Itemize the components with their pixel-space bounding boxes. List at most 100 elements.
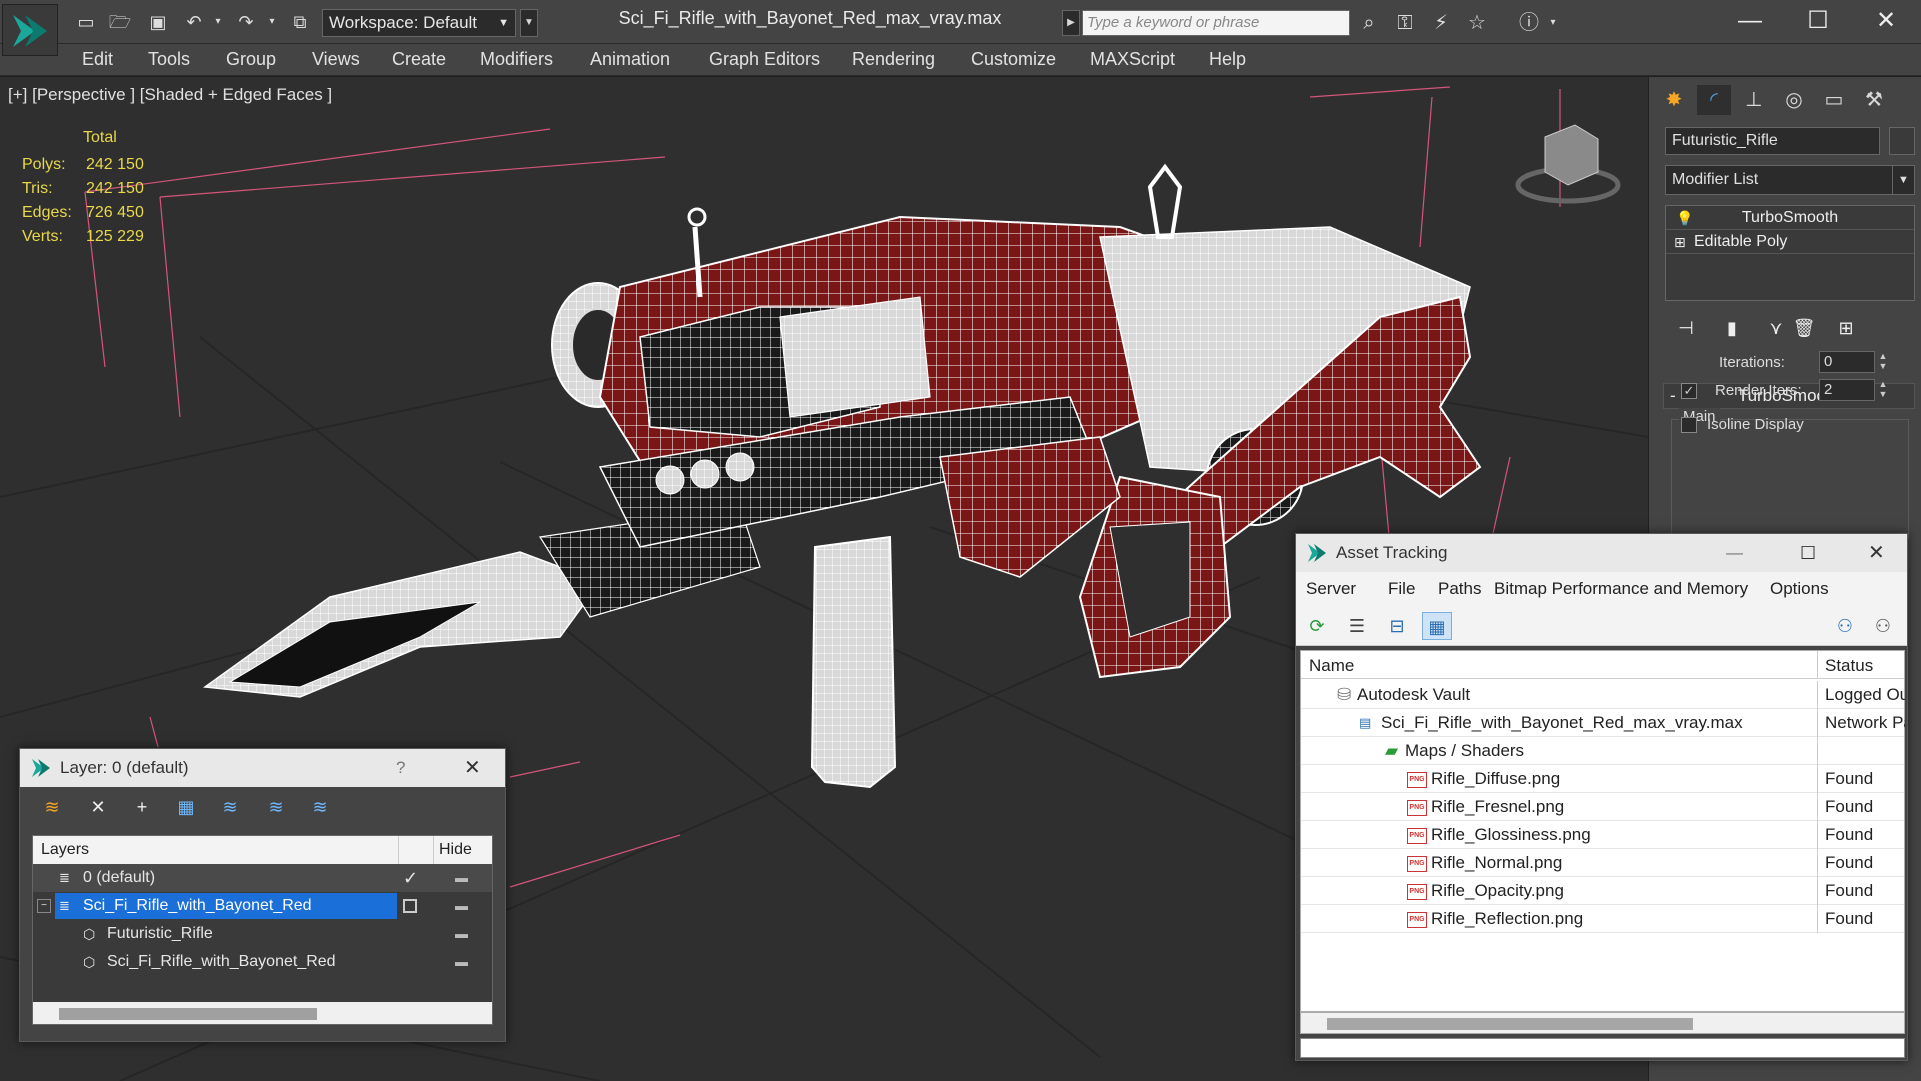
create-layer-icon[interactable]: ≋ <box>38 793 66 821</box>
column-header-status[interactable]: Status <box>1825 656 1873 676</box>
asset-row[interactable]: PNG Rifle_Fresnel.png Found <box>1301 793 1904 821</box>
asset-row[interactable]: PNG Rifle_Reflection.png Found <box>1301 905 1904 933</box>
list-view-icon[interactable]: ☰ <box>1342 612 1372 640</box>
asset-row[interactable]: ⛁ Autodesk Vault Logged Out <box>1301 681 1905 709</box>
show-end-result-icon[interactable]: ▮ <box>1717 313 1747 343</box>
layer-window-titlebar[interactable]: Layer: 0 (default) ? ✕ <box>20 749 505 787</box>
collapse-minus-icon[interactable]: − <box>37 899 51 913</box>
asset-menu-bitmap-performance[interactable]: Bitmap Performance and Memory <box>1494 579 1748 599</box>
create-tab-icon[interactable]: ✸ <box>1657 85 1691 115</box>
binoculars-icon[interactable]: ⌕ <box>1356 10 1382 36</box>
asset-row[interactable]: PNG Rifle_Normal.png Found <box>1301 849 1904 877</box>
workspace-menu-icon[interactable]: ▼ <box>520 9 538 37</box>
menu-graph-editors[interactable]: Graph Editors <box>709 49 820 70</box>
asset-menu-paths[interactable]: Paths <box>1438 579 1481 599</box>
key-icon[interactable]: ⚿ <box>1392 10 1418 36</box>
motion-tab-icon[interactable]: ◎ <box>1777 85 1811 115</box>
asset-path-field[interactable] <box>1300 1038 1905 1058</box>
add-to-layer-icon[interactable]: + <box>128 793 156 821</box>
object-color-swatch[interactable] <box>1889 127 1915 155</box>
asset-menu-options[interactable]: Options <box>1770 579 1829 599</box>
modify-tab-icon[interactable]: ◜ <box>1697 85 1731 115</box>
minimize-icon[interactable]: — <box>1720 2 1780 40</box>
remove-modifier-icon[interactable]: 🗑 <box>1789 313 1819 343</box>
pin-stack-icon[interactable]: ⊣ <box>1671 313 1701 343</box>
hide-toggle-icon[interactable]: ▬ <box>455 892 468 920</box>
isoline-display-checkbox[interactable] <box>1681 417 1697 433</box>
column-header-layers[interactable]: Layers <box>41 841 89 859</box>
hide-toggle-icon[interactable]: ▬ <box>455 920 468 948</box>
asset-menu-server[interactable]: Server <box>1306 579 1356 599</box>
hide-toggle-icon[interactable]: ▬ <box>455 948 468 976</box>
viewport-label[interactable]: [+] [Perspective ] [Shaded + Edged Faces… <box>8 85 332 105</box>
server-login-icon[interactable]: ⚇ <box>1830 612 1860 640</box>
spinner-arrows-icon[interactable]: ▲ ▼ <box>1877 379 1889 401</box>
communication-center-icon[interactable]: ⚡ <box>1428 10 1454 36</box>
scrollbar-thumb[interactable] <box>1327 1018 1693 1030</box>
asset-menu-file[interactable]: File <box>1388 579 1415 599</box>
undo-dropdown-icon[interactable]: ▾ <box>206 10 230 34</box>
utilities-tab-icon[interactable]: ⚒ <box>1857 85 1891 115</box>
layer-row[interactable]: ⬡ Sci_Fi_Rifle_with_Bayonet_Red ▬ <box>33 948 492 976</box>
app-logo-icon[interactable] <box>2 4 58 56</box>
menu-tools[interactable]: Tools <box>148 49 190 70</box>
undo-icon[interactable]: ↶ <box>182 10 206 34</box>
stack-item-turbosmooth[interactable]: 💡 TurboSmooth <box>1666 206 1914 230</box>
freeze-unfreeze-all-icon[interactable]: ≋ <box>306 793 334 821</box>
help-dropdown-icon[interactable]: ▾ <box>1540 10 1566 36</box>
workspace-dropdown[interactable]: Workspace: Default ▼ <box>322 9 516 37</box>
asset-row[interactable]: PNG Rifle_Diffuse.png Found <box>1301 765 1904 793</box>
menu-create[interactable]: Create <box>392 49 446 70</box>
maximize-icon[interactable]: ☐ <box>1788 2 1848 40</box>
refresh-icon[interactable]: ⟳ <box>1302 612 1332 640</box>
set-active-layer-icon[interactable] <box>403 899 417 913</box>
menu-group[interactable]: Group <box>226 49 276 70</box>
horizontal-scrollbar[interactable] <box>33 1002 492 1024</box>
configure-modifier-sets-icon[interactable]: ⊞ <box>1831 313 1861 343</box>
project-folder-icon[interactable]: ⧉ <box>288 10 312 34</box>
spinner-arrows-icon[interactable]: ▲ ▼ <box>1877 351 1889 373</box>
render-iters-spinner[interactable]: 2 <box>1819 379 1875 401</box>
minimize-icon[interactable]: — <box>1726 534 1743 572</box>
open-file-icon[interactable]: 🗁 <box>108 10 132 34</box>
close-icon[interactable]: ✕ <box>464 749 481 787</box>
layer-row[interactable]: − ≣ Sci_Fi_Rifle_with_Bayonet_Red ▬ <box>33 892 492 920</box>
asset-row[interactable]: ▤ Sci_Fi_Rifle_with_Bayonet_Red_max_vray… <box>1301 709 1905 737</box>
menu-views[interactable]: Views <box>312 49 360 70</box>
column-header-hide[interactable]: Hide <box>439 841 472 859</box>
delete-layer-icon[interactable]: ✕ <box>84 793 112 821</box>
select-objects-icon[interactable]: ▦ <box>172 793 200 821</box>
column-header-name[interactable]: Name <box>1309 656 1354 676</box>
hierarchy-tab-icon[interactable]: ⊥ <box>1737 85 1771 115</box>
tree-view-icon[interactable]: ⊟ <box>1382 612 1412 640</box>
active-layer-check-icon[interactable]: ✓ <box>403 864 418 892</box>
menu-customize[interactable]: Customize <box>971 49 1056 70</box>
layer-row[interactable]: ⬡ Futuristic_Rifle ▬ <box>33 920 492 948</box>
new-file-icon[interactable]: ▭ <box>74 10 98 34</box>
hide-unhide-all-icon[interactable]: ≋ <box>262 793 290 821</box>
hide-toggle-icon[interactable]: ▬ <box>455 864 468 892</box>
maximize-icon[interactable]: ☐ <box>1800 534 1816 572</box>
display-tab-icon[interactable]: ▭ <box>1817 85 1851 115</box>
horizontal-scrollbar[interactable] <box>1300 1012 1905 1034</box>
select-layer-icon[interactable]: ≋ <box>216 793 244 821</box>
redo-dropdown-icon[interactable]: ▾ <box>260 10 284 34</box>
close-icon[interactable]: ✕ <box>1856 2 1916 40</box>
menu-help[interactable]: Help <box>1209 49 1246 70</box>
modifier-list-dropdown[interactable]: Modifier List ▼ <box>1665 165 1915 195</box>
asset-row[interactable]: PNG Rifle_Glossiness.png Found <box>1301 821 1904 849</box>
help-icon[interactable]: ⓘ <box>1516 10 1542 36</box>
lightbulb-icon[interactable]: 💡 <box>1676 206 1693 230</box>
close-icon[interactable]: ✕ <box>1868 534 1885 572</box>
asset-window-titlebar[interactable]: Asset Tracking — ☐ ✕ <box>1296 534 1907 572</box>
expand-plus-icon[interactable]: ⊞ <box>1674 230 1686 254</box>
menu-animation[interactable]: Animation <box>590 49 670 70</box>
menu-rendering[interactable]: Rendering <box>852 49 935 70</box>
search-input[interactable]: Type a keyword or phrase <box>1082 10 1350 36</box>
stack-item-editable-poly[interactable]: ⊞ Editable Poly <box>1666 230 1914 254</box>
save-file-icon[interactable]: ▣ <box>146 10 170 34</box>
help-icon[interactable]: ? <box>396 749 405 787</box>
search-expand-icon[interactable]: ▶ <box>1062 10 1080 36</box>
server-logout-icon[interactable]: ⚇ <box>1868 612 1898 640</box>
table-view-icon[interactable]: ▦ <box>1422 612 1452 640</box>
